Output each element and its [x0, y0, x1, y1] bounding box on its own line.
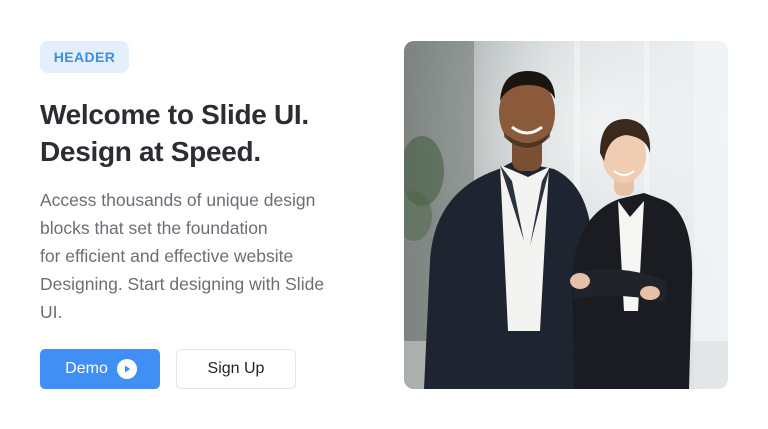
hero-image: [404, 41, 728, 389]
sign-up-button-label: Sign Up: [207, 360, 265, 377]
hero-description-line: UI.: [40, 302, 63, 322]
hero-description-line: Access thousands of unique design: [40, 190, 316, 210]
header-badge: HEADER: [40, 41, 129, 73]
hero-title-line: Welcome to Slide UI.: [40, 99, 309, 130]
hero-title-line: Design at Speed.: [40, 136, 261, 167]
play-circle-icon: [116, 359, 137, 379]
hero-title: Welcome to Slide UI. Design at Speed.: [40, 96, 380, 170]
business-people-illustration: [404, 41, 728, 389]
sign-up-button[interactable]: Sign Up: [176, 349, 296, 389]
hero-description-line: blocks that set the foundation: [40, 218, 268, 238]
hero-description: Access thousands of unique design blocks…: [40, 186, 370, 326]
hero-description-line: for efficient and effective website: [40, 246, 294, 266]
demo-button[interactable]: Demo: [40, 349, 160, 389]
hero-description-line: Designing. Start designing with Slide: [40, 274, 325, 294]
demo-button-label: Demo: [65, 360, 108, 377]
